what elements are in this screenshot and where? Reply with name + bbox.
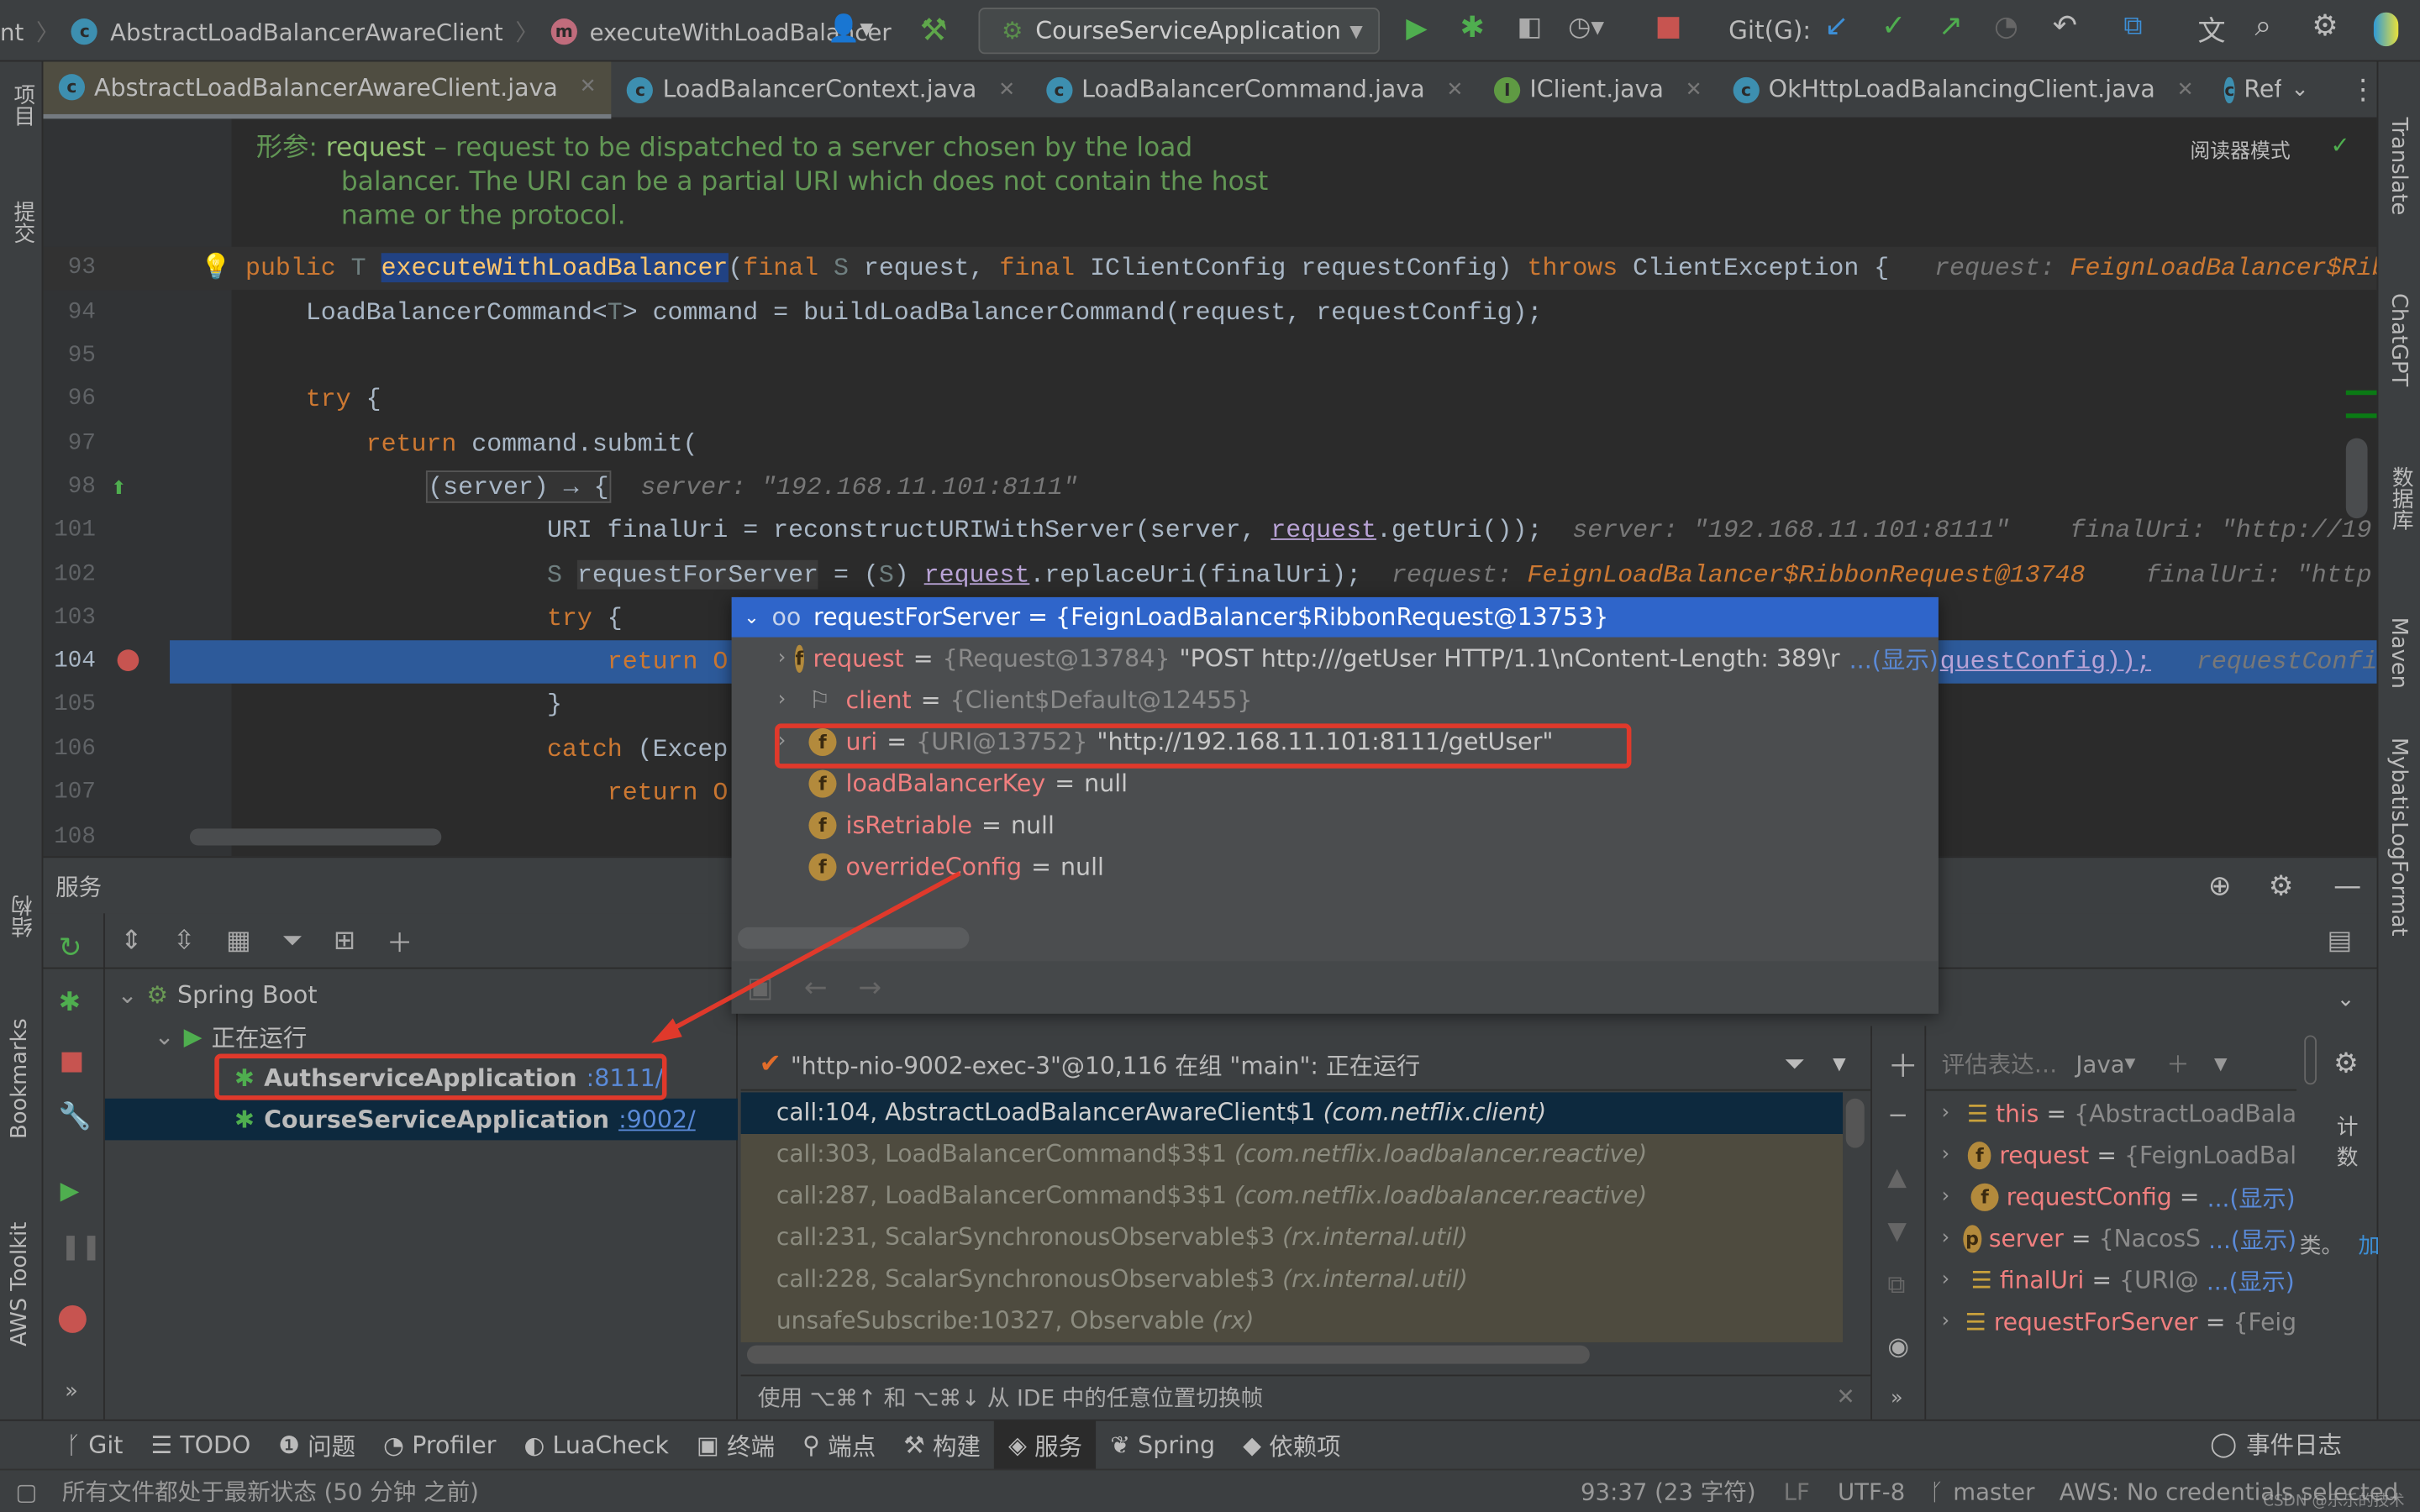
annotation-arrow (651, 871, 961, 1043)
editor-vertical-scrollbar[interactable] (2345, 438, 2368, 519)
override-marker-icon[interactable]: ⬆ (111, 477, 126, 499)
arrow-line (662, 871, 961, 1037)
intention-bulb-icon[interactable]: 💡 (201, 251, 232, 281)
ide-window: nt 〉 c AbstractLoadBalancerAwareClient 〉 m… (0, 0, 2420, 1512)
inlay-hint: requestConfig (2196, 646, 2377, 676)
code-token: questConfig)); (1939, 646, 2152, 676)
arrow-head (651, 1018, 682, 1043)
breakpoint-icon[interactable] (117, 649, 139, 671)
editor-horizontal-scrollbar[interactable] (189, 828, 442, 846)
